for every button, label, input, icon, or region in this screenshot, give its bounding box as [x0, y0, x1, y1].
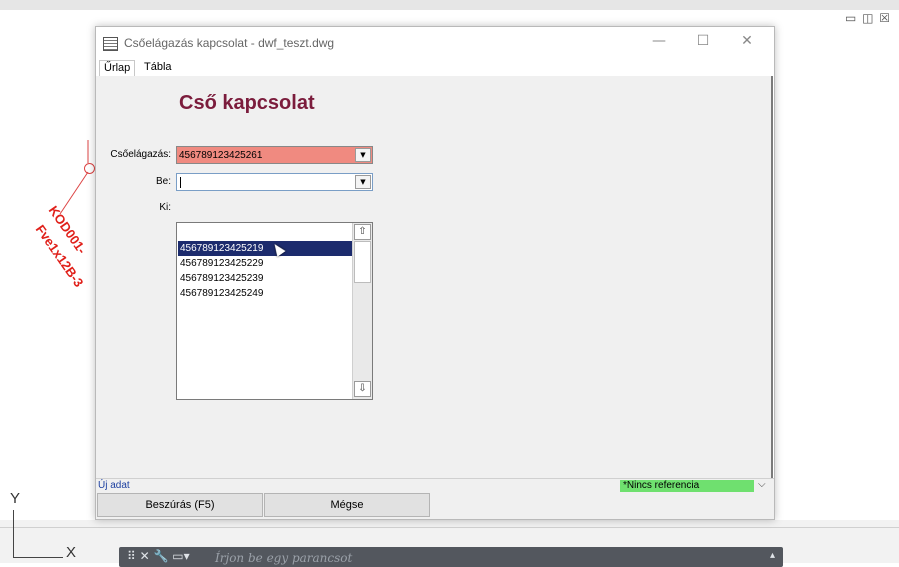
list-item[interactable]: 456789123425219: [178, 241, 353, 256]
command-history-chevron-icon[interactable]: ▴: [770, 550, 775, 561]
list-item[interactable]: 456789123425249: [178, 286, 353, 301]
tab-strip: Űrlap Tábla: [97, 59, 773, 77]
status-new-record: Új adat: [98, 480, 130, 491]
cad-divider: [0, 527, 899, 528]
in-combo[interactable]: ▼: [176, 173, 373, 191]
table-icon: [103, 37, 118, 51]
button-row: Beszúrás (F5) Mégse: [96, 492, 774, 519]
list-scrollbar[interactable]: ⇧ ⇩: [352, 223, 372, 399]
scroll-thumb[interactable]: [354, 241, 371, 283]
window-title: Csőelágazás kapcsolat - dwf_teszt.dwg: [124, 36, 335, 50]
list-item[interactable]: 456789123425229: [178, 256, 353, 271]
cancel-button[interactable]: Mégse: [264, 493, 430, 517]
form-panel: Cső kapcsolat Csőelágazás: 4567891234252…: [96, 76, 773, 478]
maximize-button[interactable]: ☐: [692, 33, 714, 53]
close-button[interactable]: ✕: [736, 33, 758, 53]
text-caret: [180, 177, 181, 188]
chevron-down-icon[interactable]: ⌵: [758, 479, 766, 490]
form-title: Cső kapcsolat: [179, 92, 315, 114]
ucs-axis-y: [13, 510, 14, 558]
ucs-axis-x: [13, 557, 63, 558]
insert-button[interactable]: Beszúrás (F5): [97, 493, 263, 517]
command-line-icons[interactable]: ⠿ ✕ 🔧 ▭▾: [127, 549, 190, 563]
list-item[interactable]: 456789123425239: [178, 271, 353, 286]
branch-label: Csőelágazás:: [110, 149, 171, 160]
cad-top-strip: [0, 0, 899, 10]
command-line[interactable]: ⠿ ✕ 🔧 ▭▾ Írjon be egy parancsot ▴: [119, 547, 783, 567]
minimize-button[interactable]: —: [648, 33, 670, 53]
in-dropdown-list[interactable]: 456789123425219 456789123425229 45678912…: [176, 222, 373, 400]
chevron-down-icon[interactable]: ▼: [355, 148, 371, 162]
ucs-axis-x-label: X: [66, 544, 77, 561]
branch-combo[interactable]: 456789123425261 ▼: [176, 146, 373, 164]
ucs-axis-y-label: Y: [10, 490, 21, 507]
scroll-down-icon[interactable]: ⇩: [354, 381, 371, 397]
dialog-window: Csőelágazás kapcsolat - dwf_teszt.dwg — …: [95, 26, 775, 520]
out-label: Ki:: [159, 202, 171, 213]
tab-table[interactable]: Tábla: [140, 60, 176, 76]
branch-value: 456789123425261: [179, 150, 263, 161]
chevron-down-icon[interactable]: ▼: [355, 175, 371, 189]
tab-form[interactable]: Űrlap: [99, 60, 136, 77]
cad-window-controls[interactable]: ▭ ◫ ☒: [845, 11, 891, 25]
reference-status-badge: *Nincs referencia: [620, 480, 754, 492]
status-bar: Új adat *Nincs referencia ⌵: [96, 478, 774, 493]
scroll-up-icon[interactable]: ⇧: [354, 224, 371, 240]
title-bar[interactable]: Csőelágazás kapcsolat - dwf_teszt.dwg — …: [96, 27, 774, 59]
in-label: Be:: [155, 176, 171, 187]
